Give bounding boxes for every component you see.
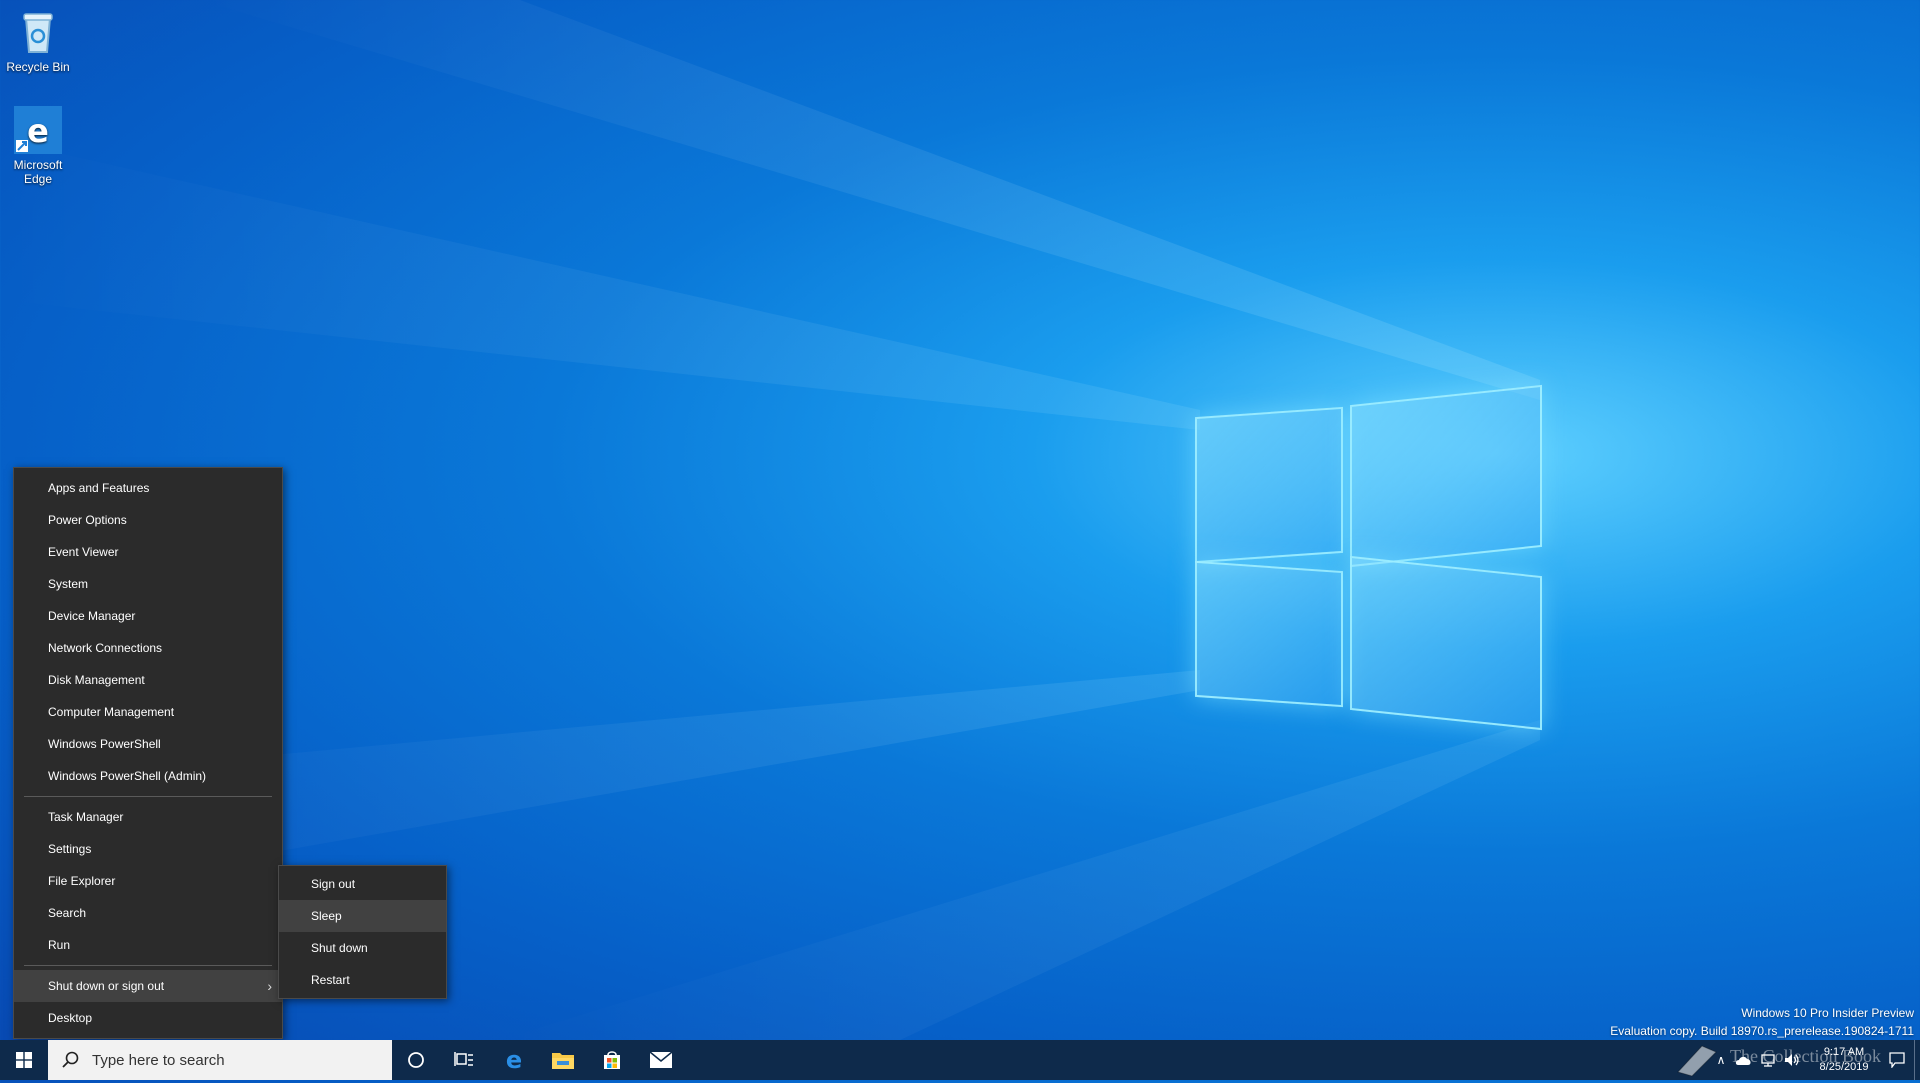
submenu-item-restart[interactable]: Restart xyxy=(279,964,446,996)
taskbar-store-button[interactable] xyxy=(588,1040,636,1080)
store-icon xyxy=(604,1051,620,1069)
taskbar-file-explorer-button[interactable] xyxy=(539,1040,587,1080)
chevron-right-icon: › xyxy=(267,978,272,994)
taskbar-mail-button[interactable] xyxy=(637,1040,685,1080)
chevron-up-icon: ∧ xyxy=(1716,1053,1726,1067)
notification-icon xyxy=(1889,1052,1905,1068)
menu-item-task-manager[interactable]: Task Manager xyxy=(14,801,282,833)
shutdown-submenu: Sign out Sleep Shut down Restart xyxy=(278,865,447,999)
search-icon xyxy=(62,1051,79,1068)
menu-item-system[interactable]: System xyxy=(14,568,282,600)
menu-item-disk-management[interactable]: Disk Management xyxy=(14,664,282,696)
search-placeholder: Type here to search xyxy=(92,1051,225,1069)
menu-item-event-viewer[interactable]: Event Viewer xyxy=(14,536,282,568)
menu-separator xyxy=(24,796,272,797)
menu-item-desktop[interactable]: Desktop xyxy=(14,1002,282,1034)
menu-item-file-explorer[interactable]: File Explorer xyxy=(14,865,282,897)
task-view-icon xyxy=(454,1052,473,1066)
wallpaper-logo-pane xyxy=(1195,560,1343,708)
submenu-item-sign-out[interactable]: Sign out xyxy=(279,868,446,900)
start-button[interactable] xyxy=(0,1040,48,1080)
menu-item-run[interactable]: Run xyxy=(14,929,282,961)
menu-item-windows-powershell-admin[interactable]: Windows PowerShell (Admin) xyxy=(14,760,282,792)
svg-text:e: e xyxy=(27,112,49,150)
onedrive-button[interactable] xyxy=(1732,1040,1756,1080)
menu-item-network-connections[interactable]: Network Connections xyxy=(14,632,282,664)
mail-icon xyxy=(649,1051,673,1068)
wallpaper-logo-pane xyxy=(1350,555,1542,731)
build-watermark-line1: Windows 10 Pro Insider Preview xyxy=(1741,1006,1914,1020)
windows-logo-icon xyxy=(16,1052,32,1068)
submenu-item-shut-down[interactable]: Shut down xyxy=(279,932,446,964)
desktop-icon-microsoft-edge[interactable]: e Microsoft Edge xyxy=(0,106,76,186)
task-view-button[interactable] xyxy=(440,1040,488,1080)
desktop-icon-label: Recycle Bin xyxy=(6,60,70,74)
clock-time: 9:17 AM xyxy=(1823,1046,1865,1058)
menu-item-windows-powershell[interactable]: Windows PowerShell xyxy=(14,728,282,760)
build-watermark-line2: Evaluation copy. Build 18970.rs_prerelea… xyxy=(1610,1024,1914,1038)
show-desktop-button[interactable] xyxy=(1914,1040,1920,1080)
onedrive-icon xyxy=(1735,1056,1751,1065)
recycle-bin-icon xyxy=(14,8,62,56)
file-explorer-icon xyxy=(552,1053,574,1069)
menu-item-search[interactable]: Search xyxy=(14,897,282,929)
edge-icon: e xyxy=(14,106,62,154)
desktop-icon-label: Microsoft Edge xyxy=(13,158,63,186)
tray-overflow-button[interactable]: ∧ xyxy=(1710,1040,1732,1080)
network-button[interactable] xyxy=(1756,1040,1780,1080)
taskbar-search-box[interactable]: Type here to search xyxy=(48,1040,392,1080)
taskbar: Type here to search e The Collection Boo… xyxy=(0,1040,1920,1080)
menu-item-device-manager[interactable]: Device Manager xyxy=(14,600,282,632)
submenu-item-sleep[interactable]: Sleep xyxy=(279,900,446,932)
cortana-button[interactable] xyxy=(392,1040,440,1080)
menu-item-apps-and-features[interactable]: Apps and Features xyxy=(14,472,282,504)
taskbar-edge-button[interactable]: e xyxy=(490,1040,538,1080)
clock-date: 8/25/2019 xyxy=(1819,1061,1869,1073)
action-center-button[interactable] xyxy=(1882,1040,1912,1080)
wallpaper-logo-pane xyxy=(1195,406,1343,564)
menu-item-settings[interactable]: Settings xyxy=(14,833,282,865)
svg-text:e: e xyxy=(506,1048,522,1072)
cortana-icon xyxy=(408,1052,424,1068)
volume-button[interactable] xyxy=(1780,1040,1804,1080)
menu-item-power-options[interactable]: Power Options xyxy=(14,504,282,536)
menu-separator xyxy=(24,965,272,966)
menu-item-label: Shut down or sign out xyxy=(48,979,165,993)
winx-menu: Apps and Features Power Options Event Vi… xyxy=(13,467,283,1039)
clock[interactable]: 9:17 AM 8/25/2019 xyxy=(1806,1040,1882,1080)
menu-item-shut-down-or-sign-out[interactable]: Shut down or sign out › xyxy=(14,970,282,1002)
desktop-icon-recycle-bin[interactable]: Recycle Bin xyxy=(0,8,76,74)
menu-item-computer-management[interactable]: Computer Management xyxy=(14,696,282,728)
wallpaper-logo-pane xyxy=(1350,384,1542,568)
volume-icon xyxy=(1785,1054,1799,1066)
edge-icon: e xyxy=(506,1048,522,1072)
network-icon xyxy=(1761,1054,1775,1067)
